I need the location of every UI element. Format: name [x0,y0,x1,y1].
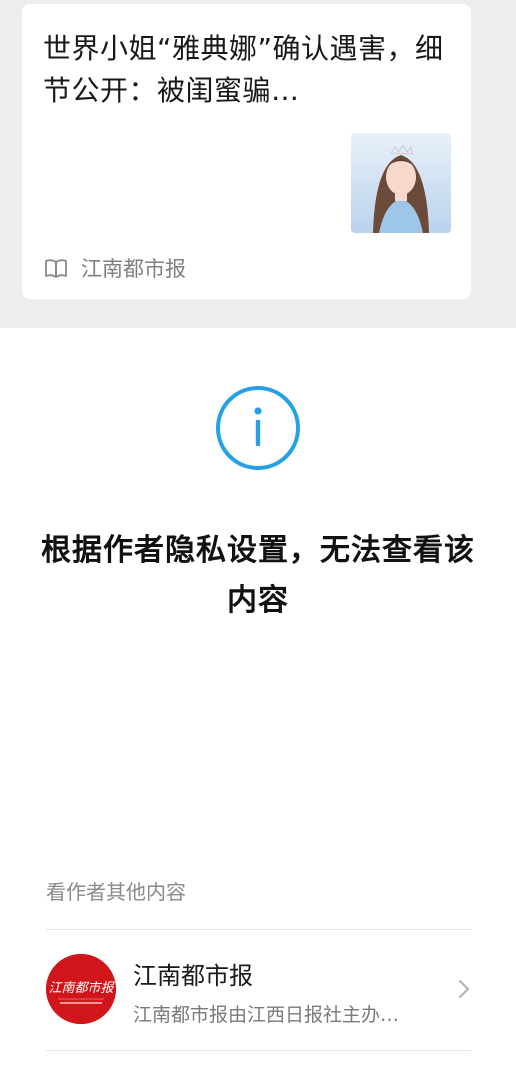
article-title[interactable]: 世界小姐“雅典娜”确认遇害，细节公开：被闺蜜骗… [43,28,455,112]
source-name: 江南都市报 [81,257,186,281]
privacy-message: 根据作者隐私设置，无法查看该内容 [41,533,475,618]
portrait-thumbnail-icon [351,133,451,233]
article-thumbnail[interactable] [351,133,451,233]
divider [46,1050,471,1051]
article-source: 江南都市报 [43,253,186,283]
chevron-right-icon[interactable] [457,978,471,1000]
article-card[interactable]: 世界小姐“雅典娜”确认遇害，细节公开：被闺蜜骗… 江南都市报 [22,4,471,299]
author-account-row[interactable]: 江南都市报 江南都市报 江南都市报由江西日报社主办… [46,942,471,1038]
other-content-header: 看作者其他内容 [46,880,186,904]
shared-article-area: 世界小姐“雅典娜”确认遇害，细节公开：被闺蜜骗… 江南都市报 [0,0,516,328]
book-icon [45,259,67,278]
newspaper-logo-icon: 江南都市报 [46,954,116,1024]
svg-text:江南都市报: 江南都市报 [48,980,115,996]
divider [46,929,471,930]
info-icon [216,386,300,470]
author-description: 江南都市报由江西日报社主办… [133,1004,400,1026]
author-name[interactable]: 江南都市报 [133,956,253,991]
author-avatar[interactable]: 江南都市报 [46,954,116,1024]
